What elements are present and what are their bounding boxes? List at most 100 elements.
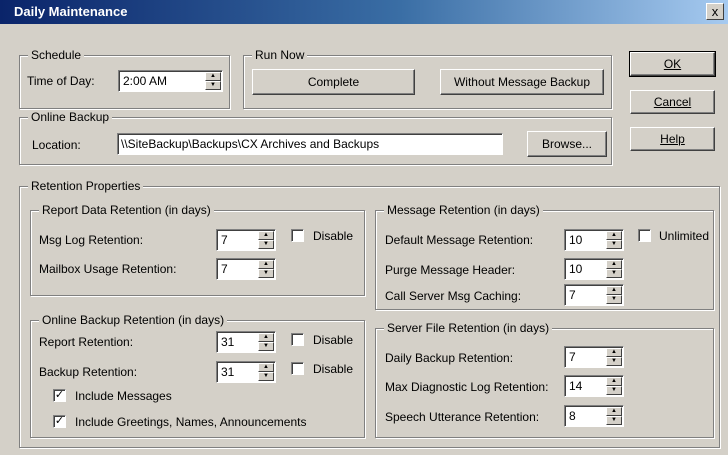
complete-button[interactable]: Complete: [252, 69, 415, 95]
spin-up-icon[interactable]: ▲: [606, 377, 622, 386]
time-of-day-value: 2:00 AM: [123, 74, 168, 88]
report-retention-disable-checkbox[interactable]: [291, 333, 304, 346]
mailbox-usage-retention-value: 7: [221, 262, 228, 276]
report-retention-spin-arrows[interactable]: ▲ ▼: [258, 333, 274, 351]
max-diagnostic-log-retention-label: Max Diagnostic Log Retention:: [385, 380, 549, 394]
msg-log-retention-spinner[interactable]: 7 ▲ ▼: [216, 229, 276, 251]
default-msg-spin-arrows[interactable]: ▲ ▼: [606, 231, 622, 249]
run-now-group-label: Run Now: [252, 48, 308, 62]
spin-down-icon[interactable]: ▼: [606, 357, 622, 366]
location-field[interactable]: [117, 133, 503, 155]
msg-log-spin-arrows[interactable]: ▲ ▼: [258, 231, 274, 249]
include-messages-label: Include Messages: [75, 389, 172, 403]
report-retention-spinner[interactable]: 31 ▲ ▼: [216, 331, 276, 353]
spin-down-icon[interactable]: ▼: [606, 416, 622, 425]
spin-up-icon[interactable]: ▲: [258, 363, 274, 372]
retention-properties-label: Retention Properties: [28, 179, 144, 193]
call-server-msg-caching-value: 7: [569, 288, 576, 302]
spin-up-icon[interactable]: ▲: [606, 407, 622, 416]
purge-message-header-spinner[interactable]: 10 ▲ ▼: [564, 258, 624, 280]
backup-retention-disable-checkbox[interactable]: [291, 362, 304, 375]
browse-button[interactable]: Browse...: [527, 131, 607, 157]
default-message-retention-spinner[interactable]: 10 ▲ ▼: [564, 229, 624, 251]
spin-up-icon[interactable]: ▲: [258, 333, 274, 342]
mailbox-spin-arrows[interactable]: ▲ ▼: [258, 260, 274, 278]
spin-up-icon[interactable]: ▲: [606, 286, 622, 295]
message-retention-label: Message Retention (in days): [384, 203, 543, 217]
report-data-retention-label: Report Data Retention (in days): [39, 203, 214, 217]
include-greetings-label: Include Greetings, Names, Announcements: [75, 415, 307, 429]
schedule-group-label: Schedule: [28, 48, 85, 62]
daily-backup-retention-value: 7: [569, 350, 576, 364]
max-diagnostic-log-retention-value: 14: [569, 379, 583, 393]
cancel-button-label: Cancel: [653, 95, 692, 109]
spin-up-icon[interactable]: ▲: [258, 231, 274, 240]
spin-down-icon[interactable]: ▼: [258, 269, 274, 278]
unlimited-checkbox[interactable]: [638, 229, 651, 242]
spin-up-icon[interactable]: ▲: [258, 260, 274, 269]
max-diagnostic-log-retention-spinner[interactable]: 14 ▲ ▼: [564, 375, 624, 397]
speech-utterance-retention-spinner[interactable]: 8 ▲ ▼: [564, 405, 624, 427]
unlimited-label: Unlimited: [659, 229, 710, 243]
help-button-label: Help: [660, 132, 685, 146]
daily-backup-retention-label: Daily Backup Retention:: [385, 351, 514, 365]
spin-down-icon[interactable]: ▼: [606, 269, 622, 278]
diag-spin-arrows[interactable]: ▲ ▼: [606, 377, 622, 395]
backup-retention-value: 31: [221, 365, 235, 379]
report-retention-label: Report Retention:: [39, 335, 134, 349]
backup-retention-label: Backup Retention:: [39, 365, 138, 379]
call-server-msg-caching-spinner[interactable]: 7 ▲ ▼: [564, 284, 624, 306]
report-retention-value: 31: [221, 335, 235, 349]
spin-down-icon[interactable]: ▼: [606, 240, 622, 249]
spin-up-icon[interactable]: ▲: [606, 348, 622, 357]
time-spin-arrows[interactable]: ▲ ▼: [205, 72, 221, 90]
msg-log-retention-value: 7: [221, 233, 228, 247]
spin-up-icon[interactable]: ▲: [606, 231, 622, 240]
purge-message-header-value: 10: [569, 262, 583, 276]
backup-retention-spinner[interactable]: 31 ▲ ▼: [216, 361, 276, 383]
window-title: Daily Maintenance: [14, 4, 128, 19]
close-icon[interactable]: x: [706, 3, 724, 20]
spin-down-icon[interactable]: ▼: [258, 372, 274, 381]
ok-button[interactable]: OK: [629, 51, 716, 77]
spin-down-icon[interactable]: ▼: [606, 386, 622, 395]
speech-utterance-retention-label: Speech Utterance Retention:: [385, 410, 540, 424]
daily-backup-retention-spinner[interactable]: 7 ▲ ▼: [564, 346, 624, 368]
spin-up-icon[interactable]: ▲: [606, 260, 622, 269]
default-message-retention-label: Default Message Retention:: [385, 233, 534, 247]
purge-spin-arrows[interactable]: ▲ ▼: [606, 260, 622, 278]
spin-up-icon[interactable]: ▲: [205, 72, 221, 81]
cancel-button[interactable]: Cancel: [630, 90, 715, 114]
help-button[interactable]: Help: [630, 127, 715, 151]
without-message-backup-button[interactable]: Without Message Backup: [440, 69, 604, 95]
spin-down-icon[interactable]: ▼: [258, 240, 274, 249]
time-of-day-spinner[interactable]: 2:00 AM ▲ ▼: [118, 70, 223, 92]
spin-down-icon[interactable]: ▼: [258, 342, 274, 351]
spin-down-icon[interactable]: ▼: [606, 295, 622, 304]
speech-spin-arrows[interactable]: ▲ ▼: [606, 407, 622, 425]
mailbox-usage-retention-label: Mailbox Usage Retention:: [39, 262, 177, 276]
caching-spin-arrows[interactable]: ▲ ▼: [606, 286, 622, 304]
purge-message-header-label: Purge Message Header:: [385, 263, 516, 277]
ok-button-label: OK: [663, 57, 682, 71]
include-greetings-checkbox[interactable]: ✓: [53, 415, 66, 428]
mailbox-usage-retention-spinner[interactable]: 7 ▲ ▼: [216, 258, 276, 280]
default-message-retention-value: 10: [569, 233, 583, 247]
location-label: Location:: [32, 138, 81, 152]
location-input[interactable]: [121, 136, 499, 152]
msg-log-retention-label: Msg Log Retention:: [39, 233, 144, 247]
spin-down-icon[interactable]: ▼: [205, 81, 221, 90]
report-retention-disable-label: Disable: [313, 333, 354, 347]
msg-log-disable-checkbox[interactable]: [291, 229, 304, 242]
online-backup-retention-label: Online Backup Retention (in days): [39, 313, 228, 327]
backup-retention-disable-label: Disable: [313, 362, 354, 376]
title-bar: Daily Maintenance x: [0, 0, 728, 24]
server-file-retention-label: Server File Retention (in days): [384, 321, 553, 335]
backup-retention-spin-arrows[interactable]: ▲ ▼: [258, 363, 274, 381]
speech-utterance-retention-value: 8: [569, 409, 576, 423]
msg-log-disable-label: Disable: [313, 229, 354, 243]
time-of-day-label: Time of Day:: [27, 74, 95, 88]
include-messages-checkbox[interactable]: ✓: [53, 389, 66, 402]
daily-backup-spin-arrows[interactable]: ▲ ▼: [606, 348, 622, 366]
call-server-msg-caching-label: Call Server Msg Caching:: [385, 289, 522, 303]
